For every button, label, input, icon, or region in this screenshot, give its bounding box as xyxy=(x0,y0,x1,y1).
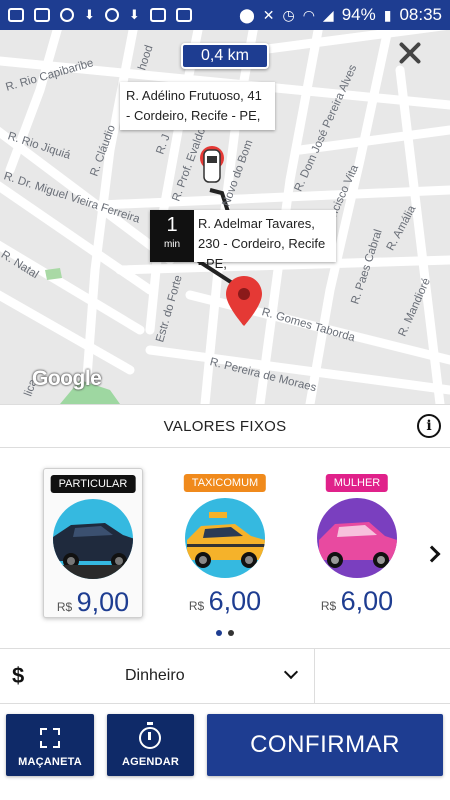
price-value: 6,00 xyxy=(340,586,394,616)
taxi-car-icon xyxy=(185,498,265,578)
pager-dot[interactable] xyxy=(216,630,222,636)
category-badge: PARTICULAR xyxy=(50,475,136,493)
battery-level: 94% xyxy=(341,5,376,24)
payment-method: Dinheiro xyxy=(125,667,185,684)
carousel-pager xyxy=(0,630,450,636)
origin-address: R. Adélino Frutuoso, 41 - Cordeiro, Reci… xyxy=(126,88,262,123)
bitcoin-icon xyxy=(104,8,119,22)
price-value: 6,00 xyxy=(208,586,262,616)
eta-unit: min xyxy=(163,239,181,250)
ride-categories: PARTICULAR R$ 9,00 TAXICOMUM R$ 6,00 MUL… xyxy=(0,448,450,648)
location-pin-icon: ⬤ xyxy=(239,6,255,23)
message-icon xyxy=(8,8,24,22)
pager-dot[interactable] xyxy=(228,630,234,636)
currency: R$ xyxy=(56,600,73,614)
pink-car-icon xyxy=(317,498,397,578)
destination-address-box: 1 min R. Adelmar Tavares, 230 - Cordeiro… xyxy=(150,210,336,271)
origin-car-marker xyxy=(200,146,224,183)
divider xyxy=(314,649,315,705)
dollar-icon: $ xyxy=(12,663,25,688)
system-icons: ⬤ ✕ ◷ ◠ ◢ 94% ▮ 08:35 xyxy=(239,5,442,25)
expand-icon xyxy=(40,728,60,748)
category-price: R$ 9,00 xyxy=(44,587,142,618)
wifi-icon: ◠ xyxy=(302,6,315,23)
confirm-button[interactable]: CONFIRMAR xyxy=(207,714,443,776)
category-price: R$ 6,00 xyxy=(307,586,407,617)
fixed-values-title: VALORES FIXOS xyxy=(163,417,287,435)
category-taxicomum[interactable]: TAXICOMUM R$ 6,00 xyxy=(175,468,275,618)
info-icon[interactable]: i xyxy=(417,414,441,438)
category-price: R$ 6,00 xyxy=(175,586,275,617)
eta-badge: 1 min xyxy=(150,210,194,262)
google-logo: Google xyxy=(32,367,102,390)
status-bar: ⬇ ⬇ ⬤ ✕ ◷ ◠ ◢ 94% ▮ 08:35 xyxy=(0,0,450,30)
currency: R$ xyxy=(188,599,205,613)
origin-address-box: R. Adélino Frutuoso, 41 - Cordeiro, Reci… xyxy=(120,82,275,130)
handle-label: MAÇANETA xyxy=(18,756,82,768)
eta-value: 1 xyxy=(166,214,178,236)
mute-icon: ✕ xyxy=(262,6,275,23)
location-target-icon xyxy=(60,8,74,22)
schedule-label: AGENDAR xyxy=(121,756,179,768)
fixed-values-header: VALORES FIXOS i xyxy=(0,404,450,448)
alarm-icon: ◷ xyxy=(282,6,295,23)
car-dark-icon xyxy=(53,499,133,579)
timer-icon xyxy=(139,722,161,749)
download-icon: ⬇ xyxy=(84,7,95,22)
notification-icons: ⬇ ⬇ xyxy=(8,7,192,23)
battery-icon: ▮ xyxy=(383,6,392,23)
map[interactable]: R. Rio Capibaribe R. Rio Jiquiá R. Dr. M… xyxy=(0,30,450,404)
signal-icon: ◢ xyxy=(322,6,334,23)
distance-badge: 0,4 km xyxy=(181,43,269,69)
category-mulher[interactable]: MULHER R$ 6,00 xyxy=(307,468,407,618)
payment-selector[interactable]: $ Dinheiro xyxy=(0,648,450,705)
mail-icon xyxy=(149,8,166,22)
download-icon-2: ⬇ xyxy=(128,7,140,22)
category-badge: TAXICOMUM xyxy=(183,474,267,492)
schedule-button[interactable]: AGENDAR xyxy=(107,714,194,776)
calendar-icon xyxy=(175,8,192,22)
chevron-down-icon[interactable] xyxy=(283,664,299,680)
currency: R$ xyxy=(320,599,337,613)
close-icon[interactable] xyxy=(395,38,425,68)
handle-button[interactable]: MAÇANETA xyxy=(6,714,94,776)
price-value: 9,00 xyxy=(76,587,130,617)
action-bar: MAÇANETA AGENDAR CONFIRMAR xyxy=(0,704,450,800)
image-icon xyxy=(34,8,50,22)
chevron-right-icon[interactable] xyxy=(423,545,441,563)
category-particular[interactable]: PARTICULAR R$ 9,00 xyxy=(43,468,143,618)
category-badge: MULHER xyxy=(325,474,389,492)
clock: 08:35 xyxy=(399,5,442,24)
